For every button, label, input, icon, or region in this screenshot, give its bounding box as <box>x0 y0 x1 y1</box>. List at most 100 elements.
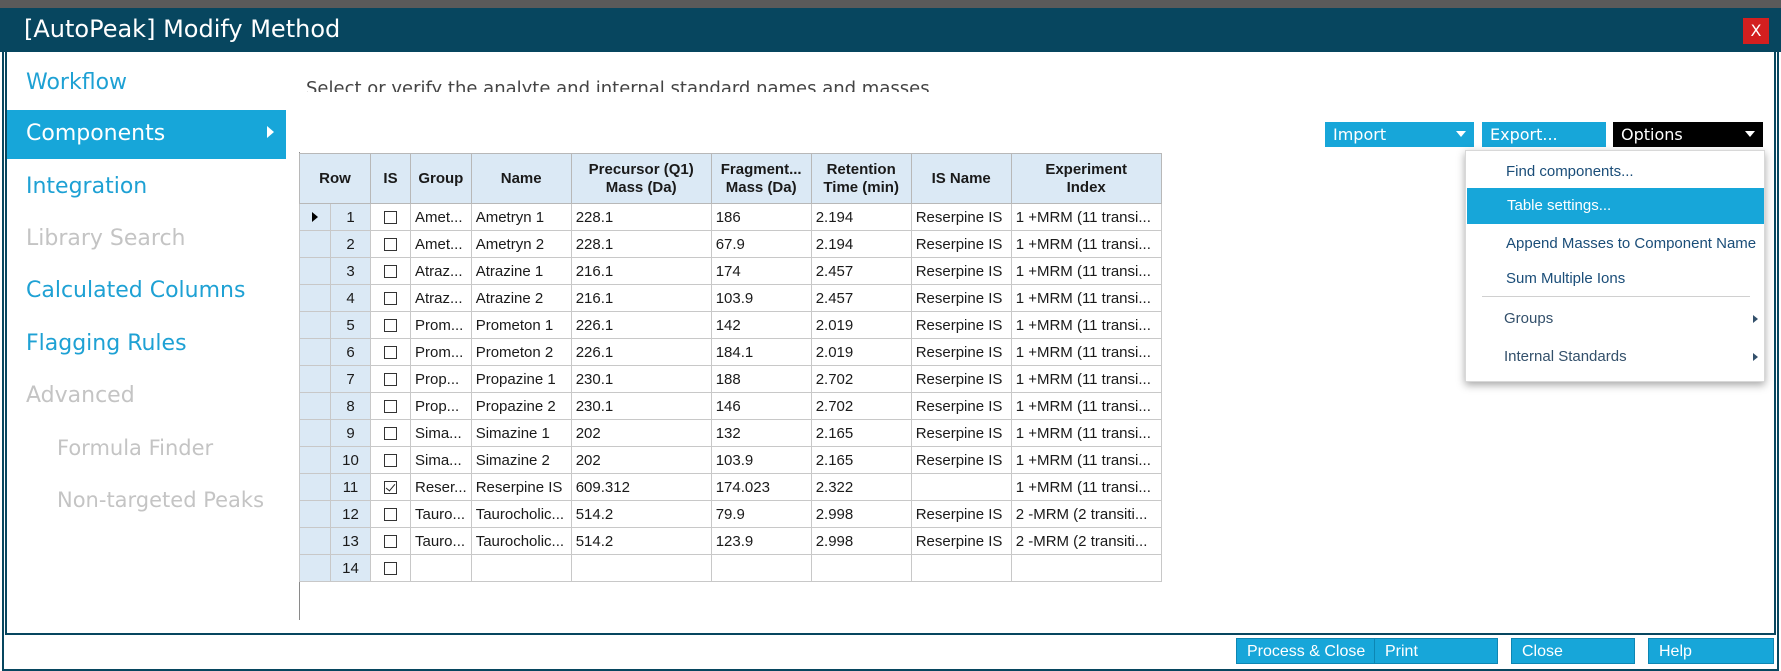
retention-time-cell[interactable]: 2.194 <box>810 203 912 231</box>
name-cell[interactable]: Taurocholic... <box>470 500 572 528</box>
name-cell[interactable]: Atrazine 2 <box>470 284 572 312</box>
is-name-cell[interactable]: Reserpine IS <box>910 446 1012 474</box>
experiment-index-cell[interactable]: 1 +MRM (11 transi... <box>1010 419 1162 447</box>
fragment-mass-cell[interactable]: 174 <box>710 257 812 285</box>
group-cell[interactable]: Sima... <box>410 446 472 474</box>
fragment-mass-cell[interactable]: 174.023 <box>710 473 812 501</box>
precursor-mass-cell[interactable]: 228.1 <box>570 230 712 258</box>
table-row[interactable]: 6 Prom... Prometon 2 226.1 184.1 2.019 Reserpi… <box>299 338 1162 366</box>
group-cell[interactable]: Prop... <box>410 365 472 393</box>
retention-time-cell[interactable]: 2.998 <box>810 527 912 555</box>
name-cell[interactable]: Ametryn 1 <box>470 203 572 231</box>
table-row[interactable]: 1 Amet... Ametryn 1 228.1 186 2.194 Reserpine … <box>299 203 1162 231</box>
group-cell[interactable]: Prom... <box>410 338 472 366</box>
is-checkbox[interactable] <box>384 373 397 387</box>
is-name-cell[interactable] <box>910 554 1012 582</box>
export-button[interactable]: Export... <box>1482 122 1606 147</box>
experiment-index-cell[interactable]: 1 +MRM (11 transi... <box>1010 473 1162 501</box>
options-button[interactable]: Options <box>1613 122 1763 147</box>
retention-time-cell[interactable]: 2.194 <box>810 230 912 258</box>
group-cell[interactable]: Amet... <box>410 203 472 231</box>
table-row[interactable]: 5 Prom... Prometon 1 226.1 142 2.019 Reserpine… <box>299 311 1162 339</box>
is-name-cell[interactable]: Reserpine IS <box>910 203 1012 231</box>
experiment-index-cell[interactable]: 1 +MRM (11 transi... <box>1010 311 1162 339</box>
group-cell[interactable]: Tauro... <box>410 527 472 555</box>
retention-time-cell[interactable] <box>810 554 912 582</box>
col-header-fragment[interactable]: Fragment... Mass (Da) <box>710 153 812 204</box>
fragment-mass-cell[interactable] <box>710 554 812 582</box>
retention-time-cell[interactable]: 2.998 <box>810 500 912 528</box>
is-name-cell[interactable]: Reserpine IS <box>910 365 1012 393</box>
row-selector[interactable] <box>299 473 331 501</box>
row-selector[interactable] <box>299 284 331 312</box>
is-name-cell[interactable]: Reserpine IS <box>910 392 1012 420</box>
precursor-mass-cell[interactable]: 514.2 <box>570 500 712 528</box>
is-checkbox[interactable] <box>384 535 397 549</box>
retention-time-cell[interactable]: 2.165 <box>810 446 912 474</box>
table-row[interactable]: 8 Prop... Propazine 2 230.1 146 2.702 Reserpin… <box>299 392 1162 420</box>
is-checkbox[interactable] <box>384 427 397 441</box>
col-header-group[interactable]: Group <box>410 153 472 204</box>
table-row[interactable]: 11 Reser... Reserpine IS 609.312 174.023 2.32… <box>299 473 1162 501</box>
retention-time-cell[interactable]: 2.457 <box>810 257 912 285</box>
is-name-cell[interactable] <box>910 473 1012 501</box>
experiment-index-cell[interactable]: 2 -MRM (2 transiti... <box>1010 500 1162 528</box>
retention-time-cell[interactable]: 2.019 <box>810 338 912 366</box>
fragment-mass-cell[interactable]: 103.9 <box>710 284 812 312</box>
precursor-mass-cell[interactable]: 202 <box>570 419 712 447</box>
name-cell[interactable]: Simazine 2 <box>470 446 572 474</box>
col-header-name[interactable]: Name <box>470 153 572 204</box>
is-checkbox[interactable] <box>384 238 397 252</box>
row-selector[interactable] <box>299 500 331 528</box>
col-header-row[interactable]: Row <box>299 153 371 204</box>
col-header-is-name[interactable]: IS Name <box>910 153 1012 204</box>
experiment-index-cell[interactable]: 1 +MRM (11 transi... <box>1010 203 1162 231</box>
name-cell[interactable]: Propazine 2 <box>470 392 572 420</box>
is-checkbox[interactable] <box>384 265 397 279</box>
precursor-mass-cell[interactable] <box>570 554 712 582</box>
retention-time-cell[interactable]: 2.322 <box>810 473 912 501</box>
fragment-mass-cell[interactable]: 184.1 <box>710 338 812 366</box>
col-header-is[interactable]: IS <box>370 153 411 204</box>
is-checkbox[interactable] <box>384 400 397 414</box>
precursor-mass-cell[interactable]: 230.1 <box>570 392 712 420</box>
row-selector[interactable] <box>299 338 331 366</box>
name-cell[interactable]: Simazine 1 <box>470 419 572 447</box>
experiment-index-cell[interactable]: 2 -MRM (2 transiti... <box>1010 527 1162 555</box>
col-header-precursor[interactable]: Precursor (Q1) Mass (Da) <box>570 153 712 204</box>
name-cell[interactable]: Atrazine 1 <box>470 257 572 285</box>
table-row[interactable]: 4 Atraz... Atrazine 2 216.1 103.9 2.457 Reserp… <box>299 284 1162 312</box>
menu-item-append-masses[interactable]: Append Masses to Component Name <box>1466 226 1766 262</box>
name-cell[interactable]: Reserpine IS <box>470 473 572 501</box>
table-row[interactable]: 10 Sima... Simazine 2 202 103.9 2.165 Reserpin… <box>299 446 1162 474</box>
experiment-index-cell[interactable] <box>1010 554 1162 582</box>
table-row[interactable]: 3 Atraz... Atrazine 1 216.1 174 2.457 Reserpin… <box>299 257 1162 285</box>
nav-item-flagging-rules[interactable]: Flagging Rules <box>26 331 187 356</box>
group-cell[interactable]: Atraz... <box>410 257 472 285</box>
experiment-index-cell[interactable]: 1 +MRM (11 transi... <box>1010 257 1162 285</box>
nav-item-integration[interactable]: Integration <box>26 174 147 199</box>
row-selector[interactable] <box>299 311 331 339</box>
retention-time-cell[interactable]: 2.165 <box>810 419 912 447</box>
fragment-mass-cell[interactable]: 186 <box>710 203 812 231</box>
precursor-mass-cell[interactable]: 514.2 <box>570 527 712 555</box>
row-selector[interactable] <box>299 365 331 393</box>
row-selector[interactable] <box>299 446 331 474</box>
is-checkbox[interactable] <box>384 211 397 225</box>
is-name-cell[interactable]: Reserpine IS <box>910 500 1012 528</box>
is-checkbox[interactable] <box>384 481 397 495</box>
menu-item-sum-multiple-ions[interactable]: Sum Multiple Ions <box>1466 261 1766 297</box>
menu-item-find-components[interactable]: Find components... <box>1466 154 1766 190</box>
name-cell[interactable]: Propazine 1 <box>470 365 572 393</box>
fragment-mass-cell[interactable]: 146 <box>710 392 812 420</box>
menu-item-internal-standards[interactable]: Internal Standards <box>1466 339 1766 375</box>
is-checkbox[interactable] <box>384 292 397 306</box>
name-cell[interactable]: Taurocholic... <box>470 527 572 555</box>
is-checkbox[interactable] <box>384 319 397 333</box>
close-window-button[interactable]: X <box>1743 18 1769 44</box>
row-selector[interactable] <box>299 230 331 258</box>
precursor-mass-cell[interactable]: 228.1 <box>570 203 712 231</box>
nav-item-components[interactable]: Components <box>7 110 286 159</box>
row-selector[interactable] <box>299 527 331 555</box>
is-name-cell[interactable]: Reserpine IS <box>910 419 1012 447</box>
